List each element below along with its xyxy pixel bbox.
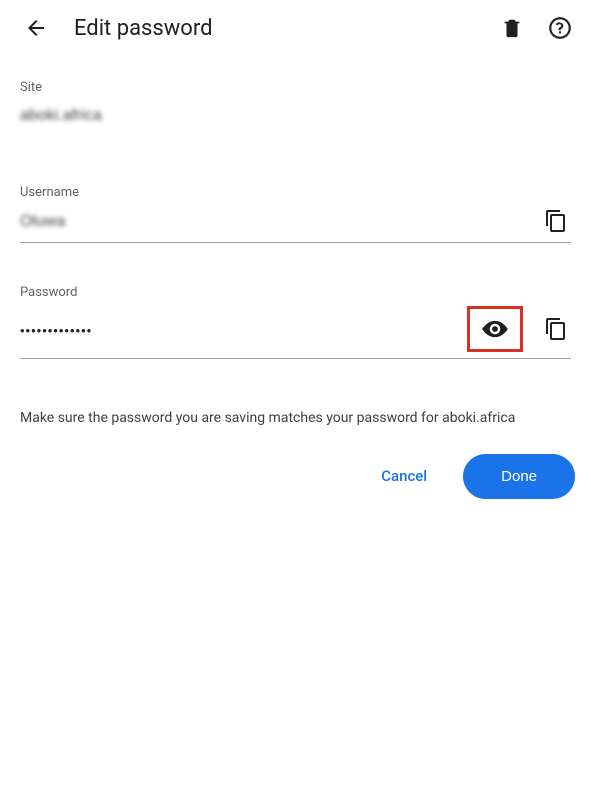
password-input[interactable]: [20, 317, 467, 342]
password-field: Password: [20, 285, 571, 359]
site-field: Site: [20, 80, 571, 135]
done-button[interactable]: Done: [463, 454, 575, 499]
site-input[interactable]: [20, 101, 571, 129]
copy-password-button[interactable]: [541, 314, 571, 344]
password-label: Password: [20, 285, 571, 300]
delete-button[interactable]: [497, 13, 527, 43]
username-input[interactable]: [20, 207, 541, 235]
header: Edit password: [0, 0, 591, 56]
cancel-button[interactable]: Cancel: [369, 459, 439, 493]
help-icon: [547, 15, 573, 41]
arrow-back-icon: [24, 16, 48, 40]
back-button[interactable]: [16, 8, 56, 48]
username-field: Username: [20, 185, 571, 243]
username-label: Username: [20, 185, 571, 200]
copy-icon: [544, 209, 568, 233]
trash-icon: [501, 17, 523, 39]
page-title: Edit password: [74, 16, 497, 41]
help-button[interactable]: [545, 13, 575, 43]
eye-icon: [481, 315, 509, 343]
copy-icon: [544, 317, 568, 341]
button-row: Cancel Done: [0, 428, 591, 499]
copy-username-button[interactable]: [541, 206, 571, 236]
password-hint: Make sure the password you are saving ma…: [0, 409, 591, 428]
toggle-password-visibility-button[interactable]: [467, 306, 523, 352]
content: Site Username Password: [0, 80, 591, 359]
header-actions: [497, 13, 575, 43]
site-label: Site: [20, 80, 571, 95]
